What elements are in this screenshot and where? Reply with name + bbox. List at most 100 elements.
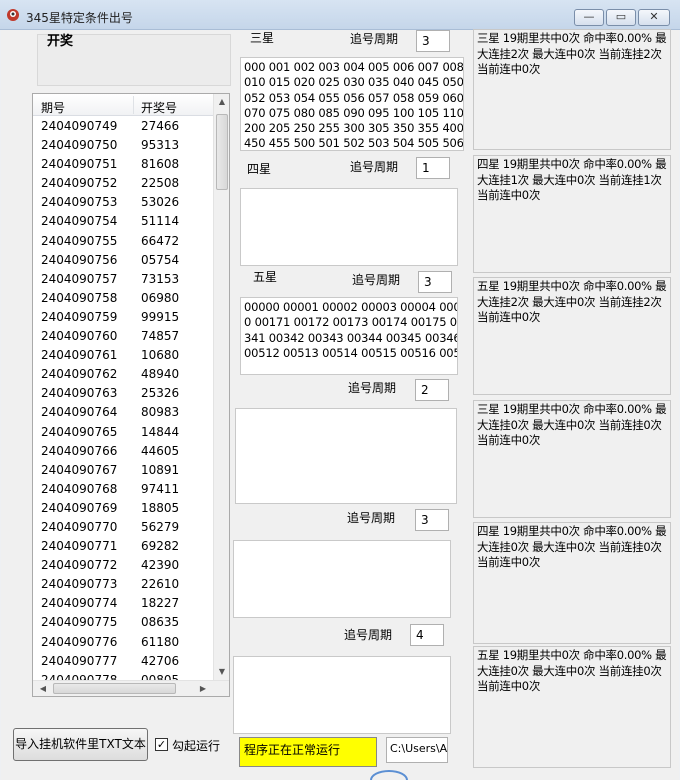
maximize-button[interactable]: ▭ (606, 9, 636, 26)
list-item[interactable]: 2404090766 44605 (33, 441, 213, 460)
draw-number-cell: 97411 (141, 481, 180, 496)
title-bar: 345星特定条件出号 — ▭ ✕ (0, 0, 680, 30)
cycle-input-2[interactable]: 1 (416, 157, 450, 179)
list-item[interactable]: 2404090773 22610 (33, 574, 213, 593)
list-header: 期号 开奖号 (33, 94, 229, 116)
auto-run-checkbox[interactable]: ✓ (155, 738, 168, 751)
list-item[interactable]: 2404090751 81608 (33, 154, 213, 173)
list-item[interactable]: 2404090762 48940 (33, 364, 213, 383)
numbers-memo-5star[interactable]: 00000 00001 00002 00003 00004 00005 00 0… (240, 297, 458, 375)
list-item[interactable]: 2404090772 42390 (33, 555, 213, 574)
vertical-scroll-thumb[interactable] (216, 114, 228, 190)
cycle-label-3: 追号周期 (352, 273, 401, 287)
open-result-label: 开奖 (47, 34, 74, 49)
list-item[interactable]: 2404090775 08635 (33, 612, 213, 631)
scroll-down-icon[interactable]: ▼ (214, 664, 229, 680)
draw-number-cell: 95313 (141, 138, 180, 153)
path-input[interactable]: C:\Users\A (386, 737, 448, 763)
horizontal-scrollbar[interactable]: ◀ ▶ (33, 680, 229, 696)
numbers-memo-4star[interactable] (240, 188, 458, 266)
draw-number-cell: 80983 (141, 405, 180, 420)
period-cell: 2404090757 (41, 271, 118, 286)
draw-number-cell: 25326 (141, 386, 180, 401)
list-item[interactable]: 2404090771 69282 (33, 536, 213, 555)
cycle-label-5: 追号周期 (347, 511, 396, 525)
list-item[interactable]: 2404090761 10680 (33, 345, 213, 364)
cycle-label-2: 追号周期 (350, 160, 399, 174)
numbers-memo-6[interactable] (233, 656, 451, 734)
numbers-memo-5[interactable] (233, 540, 451, 618)
list-item[interactable]: 2404090755 66472 (33, 231, 213, 250)
draw-history-list[interactable]: 期号 开奖号 2404090749 27466 2404090750 95313 240… (32, 93, 230, 697)
list-item[interactable]: 2404090763 25326 (33, 383, 213, 402)
list-item[interactable]: 2404090768 97411 (33, 479, 213, 498)
cycle-label-4: 追号周期 (348, 381, 397, 395)
vertical-scrollbar[interactable]: ▲ ▼ (213, 94, 229, 680)
list-item[interactable]: 2404090777 42706 (33, 651, 213, 670)
draw-number-cell: 73153 (141, 271, 180, 286)
auto-run-label[interactable]: 勾起运行 (172, 737, 220, 754)
cycle-input-6[interactable]: 4 (410, 624, 444, 646)
scroll-right-icon[interactable]: ▶ (195, 681, 211, 696)
list-item[interactable]: 2404090753 53026 (33, 192, 213, 211)
scroll-up-icon[interactable]: ▲ (214, 94, 229, 110)
period-cell: 2404090751 (41, 157, 118, 172)
list-item[interactable]: 2404090774 18227 (33, 593, 213, 612)
list-item[interactable]: 2404090758 06980 (33, 288, 213, 307)
draw-number-cell: 14844 (141, 424, 180, 439)
list-item[interactable]: 2404090765 14844 (33, 422, 213, 441)
result-text-3: 五星 19期里共中0次 命中率0.00% 最大连挂2次 最大连中0次 当前连挂2… (473, 277, 671, 395)
cycle-input-5[interactable]: 3 (415, 509, 449, 531)
cycle-input-3[interactable]: 3 (418, 271, 452, 293)
list-item[interactable]: 2404090776 61180 (33, 632, 213, 651)
period-cell: 2404090763 (41, 386, 118, 401)
list-item[interactable]: 2404090756 05754 (33, 250, 213, 269)
list-item[interactable]: 2404090752 22508 (33, 173, 213, 192)
period-cell: 2404090754 (41, 214, 118, 229)
import-txt-button[interactable]: 导入挂机软件里TXT文本 (13, 728, 148, 761)
period-cell: 2404090767 (41, 462, 118, 477)
list-item[interactable]: 2404090759 99915 (33, 307, 213, 326)
column-divider[interactable] (133, 96, 134, 114)
cycle-input-1[interactable]: 3 (416, 30, 450, 52)
draw-number-cell: 27466 (141, 119, 180, 133)
cycle-label-1: 追号周期 (350, 32, 399, 46)
list-item[interactable]: 2404090757 73153 (33, 269, 213, 288)
draw-number-cell: 48940 (141, 367, 180, 382)
list-item[interactable]: 2404090770 56279 (33, 517, 213, 536)
result-text-5: 四星 19期里共中0次 命中率0.00% 最大连挂0次 最大连中0次 当前连挂0… (473, 522, 671, 644)
cycle-input-4[interactable]: 2 (415, 379, 449, 401)
scroll-left-icon[interactable]: ◀ (35, 681, 51, 696)
draw-number-cell: 69282 (141, 539, 180, 554)
draw-number-cell: 18805 (141, 500, 180, 515)
draw-number-cell: 74857 (141, 329, 180, 344)
period-cell: 2404090772 (41, 558, 118, 573)
period-cell: 2404090764 (41, 405, 118, 420)
list-item[interactable]: 2404090769 18805 (33, 498, 213, 517)
list-item[interactable]: 2404090760 74857 (33, 326, 213, 345)
list-item[interactable]: 2404090764 80983 (33, 402, 213, 421)
period-cell: 2404090760 (41, 329, 118, 344)
numbers-memo-4[interactable] (235, 408, 457, 504)
draw-number-cell: 05754 (141, 252, 180, 267)
status-text: 程序正在正常运行 (239, 737, 377, 767)
list-item[interactable]: 2404090749 27466 (33, 116, 213, 135)
period-cell: 2404090774 (41, 596, 118, 611)
period-cell: 2404090752 (41, 176, 118, 191)
column-header-number[interactable]: 开奖号 (141, 99, 177, 116)
period-cell: 2404090758 (41, 290, 118, 305)
horizontal-scroll-thumb[interactable] (53, 683, 176, 694)
numbers-memo-3star[interactable]: 000 001 002 003 004 005 006 007 008 009 … (240, 57, 464, 151)
period-cell: 2404090762 (41, 367, 118, 382)
period-cell: 2404090771 (41, 539, 118, 554)
list-item[interactable]: 2404090767 10891 (33, 460, 213, 479)
close-button[interactable]: ✕ (638, 9, 670, 26)
minimize-button[interactable]: — (574, 9, 604, 26)
draw-number-cell: 99915 (141, 309, 180, 324)
list-item[interactable]: 2404090754 51114 (33, 211, 213, 230)
list-item[interactable]: 2404090750 95313 (33, 135, 213, 154)
draw-number-cell: 81608 (141, 157, 180, 172)
draw-number-cell: 42390 (141, 558, 180, 573)
period-cell: 2404090776 (41, 634, 118, 649)
column-header-period[interactable]: 期号 (41, 99, 65, 116)
